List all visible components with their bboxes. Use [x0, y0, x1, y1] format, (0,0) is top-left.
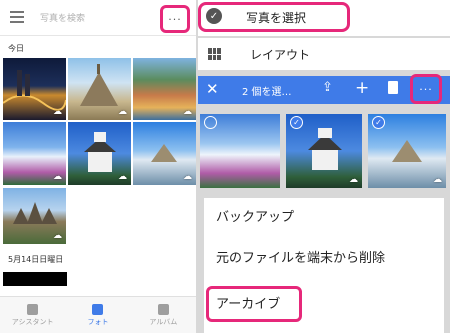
photo-mountain-flowers-unselected[interactable]	[200, 114, 280, 188]
photo-cinque-terre[interactable]: ☁	[133, 58, 196, 120]
check-circle-icon: ✓	[206, 8, 222, 24]
menu-item-backup[interactable]: バックアップ	[216, 206, 294, 225]
layout-menu-item[interactable]: レイアウト	[198, 38, 450, 70]
photo-mountain-flowers[interactable]: ☁	[3, 122, 66, 185]
share-button[interactable]: ⇪	[322, 80, 333, 95]
photo-island-castle-selected[interactable]: ✓ ☁	[368, 114, 446, 188]
cloud-icon: ☁	[349, 175, 358, 185]
cloud-icon: ☁	[183, 107, 192, 117]
cloud-icon: ☁	[118, 107, 127, 117]
select-photos-label: 写真を選択	[246, 11, 307, 25]
menu-item-delete-device-copy[interactable]: 元のファイルを端末から削除	[216, 247, 385, 266]
select-photos-menu-item[interactable]: ✓ 写真を選択	[198, 0, 450, 36]
trash-icon[interactable]	[388, 81, 398, 94]
assistant-icon	[27, 303, 39, 315]
photos-main-screen: 写真を検索 ··· 今日 ☁ ☁ ☁ ☁ ☁ ☁ ☁ 5月14日日曜日 アシスタ…	[0, 0, 196, 333]
selected-check-icon: ✓	[372, 116, 385, 129]
close-selection-button[interactable]: ✕	[206, 80, 219, 98]
photo-himeji-castle-selected[interactable]: ✓ ☁	[286, 114, 362, 188]
nav-assistant-label: アシスタント	[11, 317, 54, 326]
cloud-icon: ☁	[118, 172, 127, 182]
grid-icon	[208, 48, 221, 60]
selected-check-icon: ✓	[290, 116, 303, 129]
nav-assistant[interactable]: アシスタント	[0, 297, 65, 333]
nav-albums-label: アルバム	[149, 317, 178, 326]
more-options-button[interactable]: ···	[410, 74, 442, 104]
today-heading: 今日	[8, 44, 24, 53]
photo-mont-saint-michel[interactable]: ☁	[68, 58, 131, 120]
unselected-circle-icon	[204, 116, 217, 129]
nav-photos-label: フォト	[87, 317, 109, 326]
selection-count: 2 個を選…	[242, 87, 292, 98]
add-button[interactable]: +	[355, 78, 369, 98]
albums-icon	[157, 303, 169, 315]
photo-angkor-wat[interactable]: ☁	[3, 188, 66, 244]
layout-label: レイアウト	[250, 48, 311, 62]
selection-action-bar: ✕ 2 個を選… ⇪ + ···	[198, 74, 450, 104]
selection-screen: ✓ 写真を選択 レイアウト ✕ 2 個を選… ⇪ + ··· ✓ ☁ ✓ ☁ バ…	[198, 0, 450, 333]
cloud-icon: ☁	[433, 175, 442, 185]
photo-cologne-bridge[interactable]: ☁	[3, 58, 66, 120]
search-input[interactable]: 写真を検索	[40, 11, 85, 24]
photo-island-castle[interactable]: ☁	[133, 122, 196, 185]
nav-photos[interactable]: フォト	[65, 297, 130, 333]
overflow-menu: バックアップ 元のファイルを端末から削除 アーカイブ	[204, 198, 444, 333]
photos-icon	[92, 303, 104, 315]
nav-albums[interactable]: アルバム	[131, 297, 196, 333]
date-heading: 5月14日日曜日	[8, 255, 64, 264]
cloud-icon: ☁	[53, 231, 62, 241]
cloud-icon: ☁	[53, 107, 62, 117]
photo-himeji-castle[interactable]: ☁	[68, 122, 131, 185]
more-options-button[interactable]: ···	[160, 5, 190, 33]
cloud-icon: ☁	[183, 172, 192, 182]
menu-item-archive[interactable]: アーカイブ	[216, 293, 280, 312]
hamburger-menu-icon[interactable]	[10, 11, 24, 23]
cloud-icon: ☁	[53, 172, 62, 182]
photo-thumbnail-dark[interactable]	[3, 272, 67, 286]
bottom-navigation: アシスタント フォト アルバム	[0, 296, 196, 333]
